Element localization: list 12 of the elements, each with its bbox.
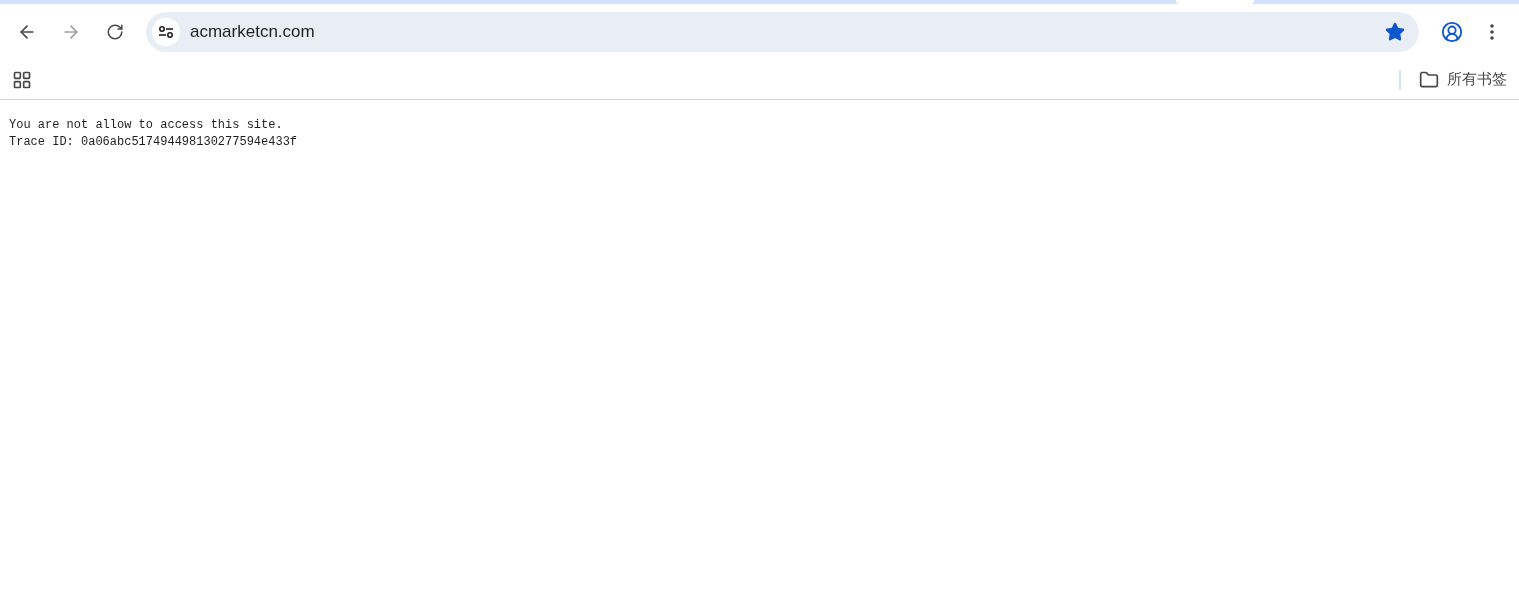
reload-icon [106, 23, 124, 41]
apps-icon[interactable] [12, 69, 32, 90]
folder-icon [1419, 69, 1439, 90]
message-text: Trace ID: 0a06abc517494498130277594e433f [9, 134, 298, 151]
url-text: acmarketcn.com [190, 21, 316, 44]
site-settings-icon[interactable] [152, 18, 180, 46]
bookmark-star-icon[interactable] [1385, 22, 1405, 42]
message-text: You are not allow to access this site. [9, 117, 283, 134]
all-bookmarks-button[interactable]: 所有书签 [1419, 68, 1507, 91]
menu-icon [1490, 24, 1494, 40]
address-bar[interactable]: acmarketcn.com [146, 12, 1419, 52]
profile-icon [1441, 21, 1463, 43]
